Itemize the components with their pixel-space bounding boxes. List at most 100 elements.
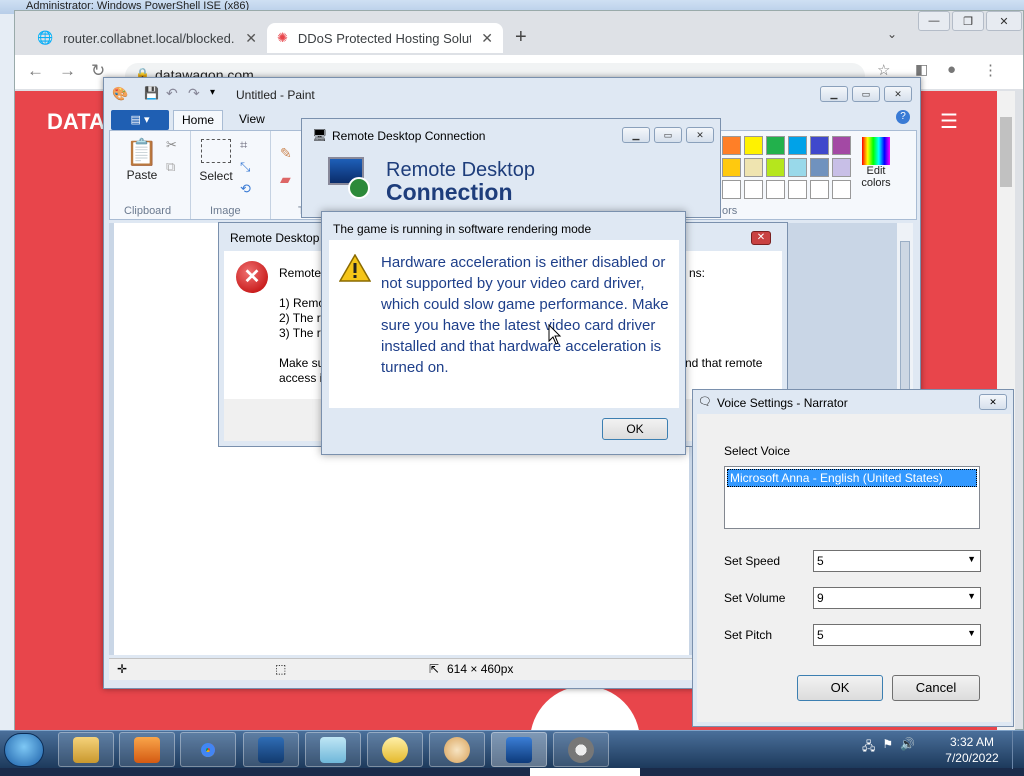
mouse-cursor-icon xyxy=(548,324,562,345)
start-button[interactable] xyxy=(4,733,44,767)
close-tab-icon[interactable]: ✕ xyxy=(481,30,493,47)
action-center-icon[interactable]: ⚑ xyxy=(882,737,893,758)
taskbar-settings[interactable] xyxy=(553,732,609,767)
rotate-icon[interactable]: ⟲ xyxy=(240,181,251,197)
network-icon[interactable]: 🖧 xyxy=(862,737,875,758)
tab-home[interactable]: Home xyxy=(173,110,223,130)
rdc-title: Remote Desktop Connection xyxy=(332,129,486,143)
taskbar-remote-desktop[interactable] xyxy=(491,732,547,767)
sidepanel-icon[interactable]: ◧ xyxy=(915,61,928,78)
color-swatch[interactable] xyxy=(744,136,763,155)
pitch-value: 5 xyxy=(817,628,824,642)
color-swatch[interactable] xyxy=(788,180,807,199)
volume-select[interactable]: 9 ▼ xyxy=(813,587,981,609)
taskbar-media-player[interactable] xyxy=(119,732,175,767)
color-swatch[interactable] xyxy=(832,180,851,199)
taskbar-chrome[interactable] xyxy=(180,732,236,767)
back-arrow-icon[interactable]: ← xyxy=(27,61,44,81)
color-swatch[interactable] xyxy=(722,180,741,199)
group-colors: ors xyxy=(722,205,738,217)
file-menu-icon: ▤ xyxy=(130,114,144,126)
site-logo[interactable]: DATA xyxy=(47,109,105,135)
eraser-icon[interactable]: ▰ xyxy=(280,171,291,188)
taskbar-notepad[interactable] xyxy=(305,732,361,767)
speed-select[interactable]: 5 ▼ xyxy=(813,550,981,572)
maximize-button[interactable]: ❐ xyxy=(952,11,984,31)
browser-tab-ddos[interactable]: ✺ DDoS Protected Hosting Solution ✕ xyxy=(267,23,503,53)
color-swatch[interactable] xyxy=(766,158,785,177)
cut-icon[interactable]: ✂ xyxy=(166,137,177,153)
volume-icon[interactable]: 🔊 xyxy=(900,737,915,758)
chevron-down-icon: ▼ xyxy=(967,554,976,564)
voice-list-item[interactable]: Microsoft Anna - English (United States) xyxy=(727,469,977,487)
color-swatch[interactable] xyxy=(766,136,785,155)
crop-icon[interactable]: ⌗ xyxy=(240,137,247,153)
resize-icon[interactable]: ⤡ xyxy=(240,159,250,175)
quick-access-dropdown-icon[interactable]: ▾ xyxy=(210,87,215,98)
select-button[interactable]: Select xyxy=(196,139,236,183)
browser-tab-blocked[interactable]: 🌐 router.collabnet.local/blocked.ph ✕ xyxy=(27,23,267,53)
color-swatch[interactable] xyxy=(744,180,763,199)
minimize-button[interactable]: — xyxy=(918,11,950,31)
tab-view[interactable]: View xyxy=(239,112,265,126)
narrator-ok-button[interactable]: OK xyxy=(797,675,883,701)
help-icon[interactable]: ? xyxy=(896,110,910,124)
notepad-icon xyxy=(320,736,346,763)
rd-error-reason-1: 1) Remo xyxy=(279,296,326,310)
color-swatch[interactable] xyxy=(744,158,763,177)
new-tab-button[interactable]: + xyxy=(515,26,527,49)
hamburger-menu-icon[interactable]: ☰ xyxy=(940,109,958,134)
save-icon[interactable]: 💾 xyxy=(144,86,159,100)
tab-search-chevron-icon[interactable]: ⌄ xyxy=(887,27,897,41)
narrator-close-button[interactable]: ✕ xyxy=(979,394,1007,410)
pitch-select[interactable]: 5 ▼ xyxy=(813,624,981,646)
scrollbar-thumb[interactable] xyxy=(1000,117,1012,187)
voice-list[interactable]: Microsoft Anna - English (United States) xyxy=(724,466,980,529)
color-swatch[interactable] xyxy=(810,158,829,177)
paint-maximize-button[interactable]: ▭ xyxy=(852,86,880,102)
taskbar-messenger[interactable] xyxy=(367,732,423,767)
narrator-cancel-button[interactable]: Cancel xyxy=(892,675,980,701)
color-swatch[interactable] xyxy=(788,158,807,177)
globe-icon: 🌐 xyxy=(37,30,54,45)
color-swatch[interactable] xyxy=(722,158,741,177)
pencil-icon[interactable]: ✎ xyxy=(280,145,292,162)
undo-icon[interactable]: ↶ xyxy=(166,85,178,102)
taskbar-paint[interactable] xyxy=(429,732,485,767)
taskbar-powershell[interactable] xyxy=(243,732,299,767)
color-swatch[interactable] xyxy=(722,136,741,155)
copy-icon[interactable]: ⧉ xyxy=(166,159,175,175)
chevron-down-icon: ▼ xyxy=(967,628,976,638)
color-swatch[interactable] xyxy=(832,158,851,177)
paint-file-menu[interactable]: ▤ ▾ xyxy=(111,110,169,130)
paint-close-button[interactable]: ✕ xyxy=(884,86,912,102)
selection-size-icon: ⬚ xyxy=(275,662,287,676)
rdc-minimize-button[interactable]: ▁ xyxy=(622,127,650,143)
color-swatch[interactable] xyxy=(810,180,829,199)
taskbar-explorer[interactable] xyxy=(58,732,114,767)
paste-button[interactable]: 📋 Paste xyxy=(122,137,162,182)
rd-error-close-button[interactable]: ✕ xyxy=(751,231,771,245)
paste-label: Paste xyxy=(126,168,158,182)
color-swatch[interactable] xyxy=(788,136,807,155)
color-swatch[interactable] xyxy=(766,180,785,199)
paint-minimize-button[interactable]: ▁ xyxy=(820,86,848,102)
group-image: Image xyxy=(210,205,241,217)
clock[interactable]: 3:32 AM 7/20/2022 xyxy=(940,734,1004,766)
rdc-close-button[interactable]: ✕ xyxy=(686,127,714,143)
edit-colors-button[interactable]: Edit colors xyxy=(856,137,896,189)
profile-avatar-icon[interactable]: ● xyxy=(947,61,956,78)
menu-kebab-icon[interactable]: ⋮ xyxy=(983,61,998,79)
game-dialog-message: Hardware acceleration is either disabled… xyxy=(381,254,669,376)
color-swatch[interactable] xyxy=(810,136,829,155)
redo-icon[interactable]: ↷ xyxy=(188,85,200,102)
close-tab-icon[interactable]: ✕ xyxy=(245,30,257,47)
system-tray: 🖧 ⚑ 🔊 xyxy=(862,737,915,758)
rdc-maximize-button[interactable]: ▭ xyxy=(654,127,682,143)
game-dialog-ok-button[interactable]: OK xyxy=(602,418,668,440)
canvas-scrollbar-thumb[interactable] xyxy=(900,241,910,391)
show-desktop-button[interactable] xyxy=(1012,731,1024,769)
color-swatch[interactable] xyxy=(832,136,851,155)
close-button[interactable]: ✕ xyxy=(986,11,1022,31)
forward-arrow-icon[interactable]: → xyxy=(59,61,76,81)
